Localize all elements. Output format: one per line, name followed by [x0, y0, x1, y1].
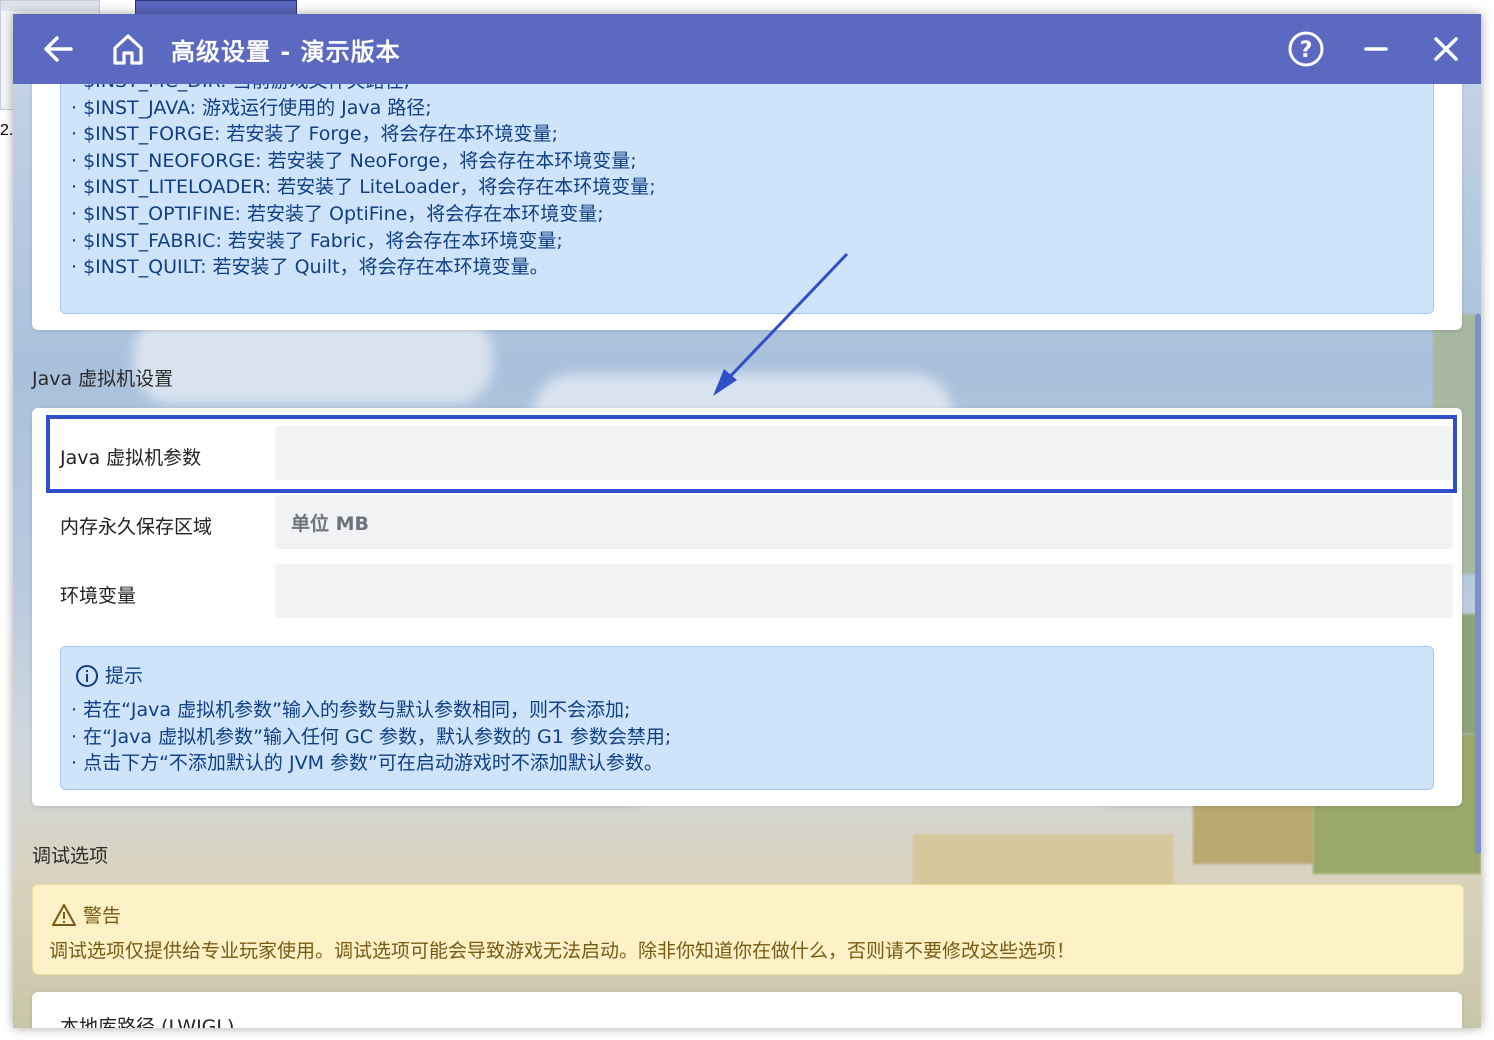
- permgen-input[interactable]: 单位 MB: [275, 495, 1453, 549]
- svg-text:?: ?: [1300, 38, 1313, 63]
- permgen-placeholder: 单位 MB: [291, 513, 370, 535]
- minimize-button[interactable]: [1355, 28, 1397, 70]
- background-number-fragment: 2.: [0, 122, 14, 139]
- warning-icon: [52, 903, 76, 926]
- debug-warning-box: 警告 调试选项仅提供给专业玩家使用。调试选项可能会导致游戏无法启动。除非你知道你…: [32, 884, 1464, 975]
- debug-section-title: 调试选项: [32, 845, 109, 867]
- annotation-arrow-icon: [713, 252, 849, 396]
- close-icon: [1434, 37, 1458, 61]
- env-vars-label: 环境变量: [60, 585, 137, 607]
- tip-title: 提示: [105, 665, 144, 687]
- back-button[interactable]: [37, 28, 79, 70]
- help-button[interactable]: ?: [1285, 28, 1327, 70]
- help-icon: ?: [1288, 31, 1324, 67]
- close-button[interactable]: [1425, 28, 1467, 70]
- permgen-label: 内存永久保存区域: [60, 516, 213, 538]
- back-arrow-icon: [44, 36, 73, 62]
- window-title: 高级设置 - 演示版本: [171, 38, 401, 66]
- warning-text: 调试选项仅提供给专业玩家使用。调试选项可能会导致游戏无法启动。除非你知道你在做什…: [49, 940, 1076, 962]
- jvm-tip-box: 提示 · 若在“Java 虚拟机参数”输入的参数与默认参数相同，则不会添加; ·…: [60, 646, 1434, 790]
- tip-line: · 在“Java 虚拟机参数”输入任何 GC 参数，默认参数的 G1 参数会禁用…: [71, 725, 672, 748]
- minimize-icon: [1364, 47, 1388, 51]
- warning-title: 警告: [83, 905, 122, 927]
- env-vars-input[interactable]: [275, 564, 1453, 618]
- tip-header: 提示: [75, 663, 143, 690]
- home-icon: [113, 34, 143, 65]
- tip-list: · 若在“Java 虚拟机参数”输入的参数与默认参数相同，则不会添加; · 在“…: [71, 697, 671, 777]
- settings-window: 高级设置 - 演示版本 ? · $INST_MC_DIR: 当前游戏文件夹路径;: [13, 14, 1481, 1028]
- settings-content: · $INST_MC_DIR: 当前游戏文件夹路径; · $INST_JAVA:…: [13, 64, 1481, 1028]
- warning-header: 警告: [51, 901, 121, 928]
- title-bar: 高级设置 - 演示版本 ?: [13, 14, 1481, 84]
- tip-line: · 点击下方“不添加默认的 JVM 参数”可在启动游戏时不添加默认参数。: [71, 752, 663, 775]
- info-icon: [76, 665, 98, 688]
- lwjgl-path-label: 本地库路径 (LWJGL): [60, 1016, 235, 1028]
- debug-options-card: 本地库路径 (LWJGL): [32, 992, 1462, 1028]
- scrollbar[interactable]: [1475, 314, 1481, 854]
- home-button[interactable]: [107, 28, 149, 70]
- tip-line: · 若在“Java 虚拟机参数”输入的参数与默认参数相同，则不会添加;: [71, 699, 631, 721]
